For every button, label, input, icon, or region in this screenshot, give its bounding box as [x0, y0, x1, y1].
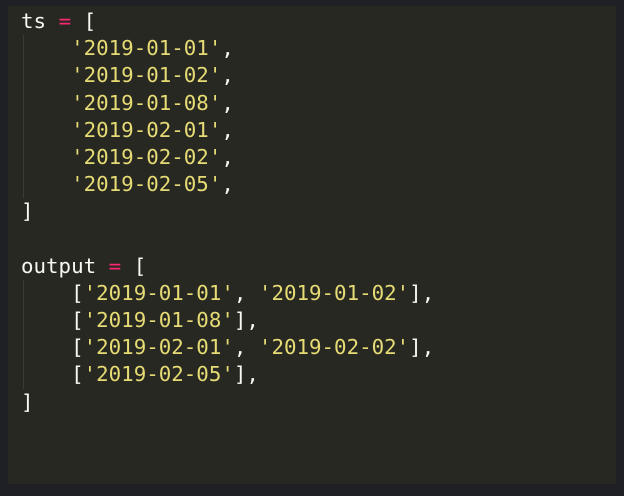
- screenshot-frame: ts = [ '2019-01-01', '2019-01-02', '2019…: [0, 0, 624, 496]
- code-token: '2019-02-01': [71, 117, 222, 142]
- code-token: [: [71, 280, 84, 305]
- code-token: '2019-02-01': [83, 335, 234, 360]
- code-token: '2019-02-02': [258, 335, 410, 360]
- code-token: ,: [221, 36, 234, 61]
- code-token: [: [71, 335, 84, 360]
- code-line: ['2019-02-01', '2019-02-02'],: [21, 334, 435, 362]
- code-line: '2019-02-05',: [21, 171, 434, 199]
- code-token: ]: [21, 389, 34, 414]
- code-block: ts = [ '2019-01-01', '2019-01-02', '2019…: [21, 8, 434, 416]
- code-line: '2019-01-08',: [21, 89, 434, 117]
- code-token: ],: [409, 335, 435, 360]
- code-line: ]: [21, 198, 434, 225]
- indent-guide: [23, 307, 24, 335]
- code-token: '2019-01-02': [71, 63, 222, 88]
- code-token: '2019-01-01': [71, 36, 222, 61]
- code-token: ,: [221, 117, 234, 142]
- code-token: ,: [221, 144, 234, 169]
- indent-guide: [23, 35, 24, 63]
- code-token: '2019-02-02': [71, 144, 222, 169]
- code-editor[interactable]: ts = [ '2019-01-01', '2019-01-02', '2019…: [8, 6, 616, 484]
- code-line: '2019-02-02',: [21, 143, 434, 172]
- code-token: '2019-02-05': [71, 172, 222, 197]
- code-line: '2019-02-01',: [21, 116, 434, 144]
- code-token: [: [133, 253, 147, 278]
- code-token: ,: [221, 63, 234, 88]
- code-line: ['2019-01-01', '2019-01-02'],: [21, 279, 435, 308]
- code-token: ],: [409, 280, 435, 305]
- code-token: ,: [221, 172, 234, 197]
- code-token: ,: [233, 280, 259, 305]
- code-token: '2019-01-02': [258, 280, 410, 305]
- code-token: [: [83, 9, 97, 33]
- code-line: '2019-01-01',: [21, 35, 434, 63]
- code-token: ],: [233, 362, 259, 387]
- indent-guide: [23, 279, 24, 308]
- indent-guide: [23, 361, 24, 389]
- indent-guide: [23, 89, 24, 117]
- code-token: '2019-01-01': [83, 280, 234, 305]
- code-token: '2019-02-05': [83, 362, 234, 387]
- code-token: ,: [221, 90, 234, 115]
- code-token: =: [58, 9, 72, 33]
- indent-guide: [23, 334, 24, 362]
- code-line: ts = [: [21, 8, 434, 35]
- code-token: ts: [21, 9, 47, 33]
- code-token: ],: [233, 308, 259, 333]
- code-token: ,: [233, 335, 259, 360]
- code-token: ]: [21, 199, 34, 224]
- indent-guide: [23, 143, 24, 172]
- indent-guide: [23, 62, 24, 90]
- code-line: '2019-01-02',: [21, 62, 434, 90]
- code-token: [: [71, 362, 84, 387]
- code-line: ['2019-01-08'],: [21, 307, 434, 335]
- code-token: =: [108, 253, 122, 278]
- code-token: '2019-01-08': [83, 308, 234, 333]
- code-line: ['2019-02-05'],: [21, 361, 434, 389]
- code-token: output: [21, 253, 97, 278]
- indent-guide: [23, 116, 24, 144]
- code-line: output = [: [21, 253, 434, 280]
- code-line: ]: [21, 389, 434, 416]
- indent-guide: [23, 171, 24, 199]
- code-token: '2019-01-08': [71, 90, 222, 115]
- code-token: [: [71, 308, 84, 333]
